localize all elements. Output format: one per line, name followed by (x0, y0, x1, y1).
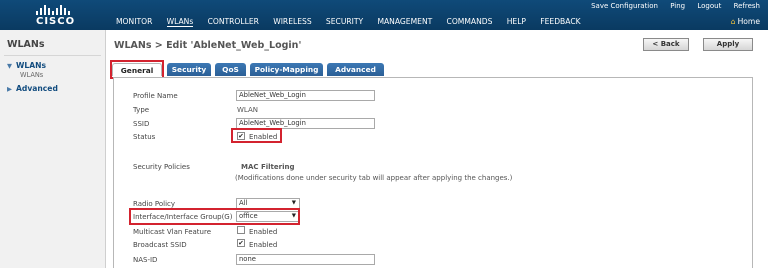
status-highlight (231, 128, 282, 143)
sidebar-item-label: WLANs (16, 61, 46, 70)
broadcast-ssid-label: Broadcast SSID (133, 241, 187, 249)
tab-policy-mapping[interactable]: Policy-Mapping (250, 63, 323, 76)
cisco-logo-text: CISCO (36, 16, 76, 27)
menu-feedback[interactable]: FEEDBACK (540, 17, 580, 26)
logout-link[interactable]: Logout (697, 2, 721, 10)
interface-group-highlight (129, 208, 300, 225)
sidebar-title: WLANs (7, 39, 45, 50)
expanded-triangle-icon: ▼ (7, 62, 12, 70)
ping-link[interactable]: Ping (670, 2, 685, 10)
cisco-logo-bars-icon (36, 5, 72, 15)
radio-policy-label: Radio Policy (133, 200, 176, 208)
sidebar-divider (4, 55, 101, 56)
apply-button[interactable]: Apply (703, 38, 753, 51)
menu-management[interactable]: MANAGEMENT (377, 17, 432, 26)
refresh-link[interactable]: Refresh (734, 2, 760, 10)
menu-wireless[interactable]: WIRELESS (273, 17, 312, 26)
profile-name-label: Profile Name (133, 92, 178, 100)
main-menu: MONITOR WLANs CONTROLLER WIRELESS SECURI… (116, 17, 593, 27)
radio-policy-value: All (239, 199, 248, 207)
tab-security[interactable]: Security (167, 63, 211, 76)
broadcast-ssid-checkbox[interactable]: ✔ (237, 239, 245, 247)
multicast-vlan-label: Multicast Vlan Feature (133, 228, 212, 236)
utility-links: Save Configuration Ping Logout Refresh (581, 2, 760, 10)
sidebar: WLANs ▼ WLANs WLANs ▶ Advanced (0, 30, 106, 268)
menu-monitor[interactable]: MONITOR (116, 17, 152, 26)
multicast-vlan-enabled-label: Enabled (249, 228, 278, 236)
multicast-vlan-checkbox[interactable] (237, 226, 245, 234)
save-configuration-link[interactable]: Save Configuration (591, 2, 658, 10)
sidebar-item-label: Advanced (16, 84, 58, 93)
top-navigation-bar: CISCO MONITOR WLANs CONTROLLER WIRELESS … (0, 0, 768, 30)
security-policies-label: Security Policies (133, 163, 190, 171)
back-button[interactable]: < Back (643, 38, 689, 51)
cisco-logo: CISCO (22, 3, 92, 29)
collapsed-triangle-icon: ▶ (7, 85, 12, 93)
menu-security[interactable]: SECURITY (326, 17, 363, 26)
home-link[interactable]: ⌂ Home (731, 17, 760, 26)
dropdown-arrow-icon: ▼ (291, 200, 296, 206)
nas-id-input[interactable]: none (236, 254, 375, 265)
home-icon: ⌂ (730, 17, 736, 26)
broadcast-ssid-enabled-label: Enabled (249, 241, 278, 249)
checkmark-icon: ✔ (238, 239, 244, 247)
nas-id-label: NAS-ID (133, 256, 158, 264)
sidebar-item-advanced[interactable]: ▶ Advanced (7, 84, 58, 93)
status-label: Status (133, 133, 156, 141)
ssid-label: SSID (133, 120, 150, 128)
tab-advanced[interactable]: Advanced (327, 63, 384, 76)
security-policies-note: (Modifications done under security tab w… (235, 174, 513, 182)
profile-name-input[interactable]: AbleNet_Web_Login (236, 90, 375, 101)
home-link-label: Home (737, 17, 760, 26)
page-title: WLANs > Edit 'AbleNet_Web_Login' (114, 40, 302, 51)
menu-controller[interactable]: CONTROLLER (208, 17, 259, 26)
menu-help[interactable]: HELP (507, 17, 526, 26)
tab-qos[interactable]: QoS (215, 63, 246, 76)
general-panel (113, 77, 753, 268)
type-value: WLAN (237, 106, 259, 114)
type-label: Type (133, 106, 150, 114)
security-policies-value: MAC Filtering (241, 163, 295, 171)
sidebar-item-wlans[interactable]: ▼ WLANs (7, 61, 46, 70)
menu-wlans[interactable]: WLANs (166, 17, 194, 27)
menu-commands[interactable]: COMMANDS (447, 17, 493, 26)
sidebar-subitem-wlans[interactable]: WLANs (20, 71, 43, 79)
